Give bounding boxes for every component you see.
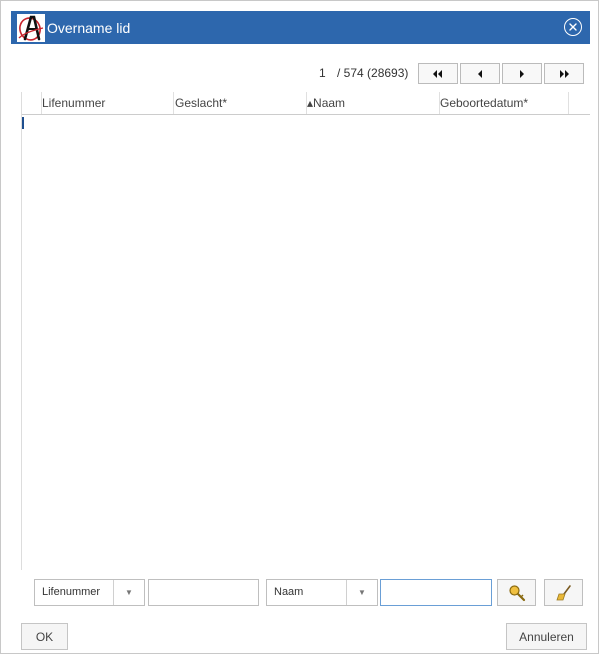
column-header-naam[interactable]: ▴Naam <box>307 92 440 114</box>
chevron-left-icon <box>478 69 482 78</box>
filter-value-input-1[interactable] <box>148 579 259 606</box>
overname-lid-dialog: Overname lid 1 / 574 (28693) Lifenummer … <box>0 0 599 654</box>
ok-button[interactable]: OK <box>21 623 68 650</box>
dropdown-arrow-icon: ▼ <box>113 580 144 605</box>
grid-header-spacer <box>22 92 42 114</box>
filter-field-select-1-value: Lifenummer <box>42 586 101 598</box>
column-header-geslacht[interactable]: Geslacht* <box>174 92 307 114</box>
grid-row-cursor <box>22 117 24 129</box>
search-key-icon <box>508 584 525 601</box>
filter-value-input-2[interactable] <box>380 579 492 606</box>
chevron-right-icon <box>520 69 524 78</box>
next-page-button[interactable] <box>502 63 542 84</box>
dialog-titlebar: Overname lid <box>11 11 590 44</box>
last-page-button[interactable] <box>544 63 584 84</box>
grid-body[interactable] <box>22 115 590 570</box>
previous-page-button[interactable] <box>460 63 500 84</box>
app-logo-icon <box>17 13 45 42</box>
broom-icon <box>555 584 571 600</box>
double-chevron-left-icon <box>433 69 442 78</box>
close-button[interactable] <box>564 18 582 36</box>
filter-row: Lifenummer ▼ Naam ▼ <box>1 579 599 607</box>
members-grid: Lifenummer Geslacht* ▴Naam Geboortedatum… <box>21 92 590 570</box>
dialog-title: Overname lid <box>47 19 131 36</box>
filter-field-select-2[interactable]: Naam ▼ <box>266 579 378 606</box>
grid-header: Lifenummer Geslacht* ▴Naam Geboortedatum… <box>22 92 590 115</box>
cancel-button[interactable]: Annuleren <box>506 623 587 650</box>
column-header-geboortedatum[interactable]: Geboortedatum* <box>440 92 569 114</box>
search-button[interactable] <box>497 579 536 606</box>
pager: 1 / 574 (28693) <box>1 63 599 85</box>
pager-current-page: 1 <box>319 66 326 80</box>
close-circle-icon <box>569 23 577 31</box>
filter-field-select-1[interactable]: Lifenummer ▼ <box>34 579 145 606</box>
filter-field-select-2-value: Naam <box>274 586 304 598</box>
column-header-lifenummer[interactable]: Lifenummer <box>42 92 174 114</box>
pager-total: / 574 (28693) <box>337 66 409 80</box>
first-page-button[interactable] <box>418 63 458 84</box>
double-chevron-right-icon <box>560 69 569 78</box>
clear-filter-button[interactable] <box>544 579 583 606</box>
dropdown-arrow-icon: ▼ <box>346 580 377 605</box>
